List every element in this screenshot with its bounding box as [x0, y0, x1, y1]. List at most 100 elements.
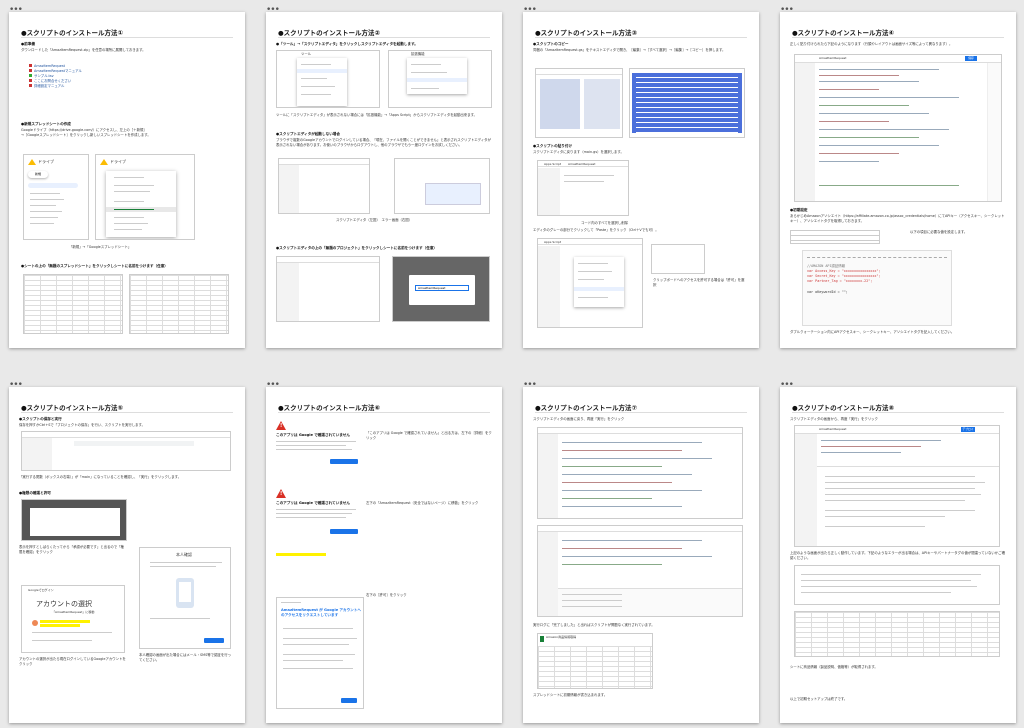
doc-icon — [29, 74, 32, 77]
file-list: AmazItemRequest AmazItemRequestマニュアル サンプ… — [29, 64, 82, 89]
project-editor-screenshot — [276, 256, 380, 322]
instruction-text: 右下の［許可］をクリック — [366, 593, 407, 597]
divider — [278, 412, 490, 413]
account-subtitle: 「AmazItemRequest」に移動 — [52, 610, 95, 614]
section-heading: ●スクリプトの保存と実行 — [19, 417, 62, 421]
body-text: アカウントの選択が出たら現在ログインしているGoogleアカウントをクリック — [19, 657, 126, 666]
drive-label: ドライブ — [38, 159, 54, 164]
spreadsheet-screenshot-1 — [23, 274, 123, 334]
project-name-field: AmazItemRequest — [415, 285, 469, 291]
slide-title: ●スクリプトのインストール方法⑦ — [535, 404, 638, 412]
slide-title: ●スクリプトのインストール方法③ — [535, 29, 638, 37]
body-text: あらかじめAmazonアソシエイト（https://affiliate.amaz… — [790, 214, 1005, 223]
save-button: 保存 — [965, 56, 977, 61]
code-line: var Partner_Tag = "xxxxxxxx-22"; — [807, 279, 873, 283]
body-text: 保存を押すかCtrl+Sで「プロジェクトの保存」を行い、スクリプトを実行します。 — [19, 423, 145, 427]
divider — [278, 37, 490, 38]
slide-title: ●スクリプトのインストール方法⑤ — [21, 404, 124, 412]
text-editor-screenshot — [535, 68, 623, 138]
body-text: 以上で初期セットアップは終了です。 — [790, 697, 848, 701]
slide-8[interactable]: ●スクリプトのインストール方法⑧ スクリプトエディタの画面から、再度「実行」をク… — [780, 387, 1016, 723]
sheets-icon — [540, 636, 544, 642]
section-heading: ●スクリプトエディタが起動しない場合 — [276, 132, 340, 136]
slide-5[interactable]: ●スクリプトのインストール方法⑤ ●スクリプトの保存と実行 保存を押すかCtrl… — [9, 387, 245, 723]
divider — [792, 37, 1004, 38]
slide-3[interactable]: ●スクリプトのインストール方法③ ●スクリプトのコピー 同梱の「AmazItem… — [523, 12, 759, 348]
slide-2[interactable]: ●スクリプトのインストール方法② ●「ツール」→「スクリプトエディタ」をクリック… — [266, 12, 502, 348]
body-text: 正しく貼り付けられたら下記のようになります（行頭やレイアウトは画面サイズ等によっ… — [790, 42, 953, 46]
project-title: AmazItemRequest — [819, 427, 847, 431]
warning-title: このアプリは Google で確認されていません — [276, 433, 350, 437]
error-log-screenshot — [794, 565, 1000, 605]
sheet-title: Amazon商品情報取得 — [546, 635, 577, 639]
doc-icon — [29, 79, 32, 82]
section-heading: ●「ツール」→「スクリプトエディタ」をクリックしスクリプトエディタを起動します。 — [276, 42, 418, 46]
doc-icon — [29, 84, 32, 87]
body-text: ブラウザで複数のGoogleアカウントでログインしている場合、「現在、ファイルを… — [276, 138, 491, 147]
phone-illustration — [176, 578, 194, 608]
result-sheet-screenshot — [794, 611, 1000, 657]
slide-title: ●スクリプトのインストール方法② — [278, 29, 381, 37]
account-header: Googleでログイン — [28, 588, 54, 592]
body-text: スクリプトエディタの画面から、再度「実行」をクリック — [790, 417, 878, 421]
slide-1[interactable]: ●スクリプトのインストール方法① ●前準備 ダウンロードした「AmazItemR… — [9, 12, 245, 348]
account-title: アカウントの選択 — [36, 600, 92, 608]
section-heading: ●シートの上の「無題のスプレッドシート」をクリックしシートに名前をつけます（任意… — [21, 264, 168, 268]
drive-screenshot-right: ドライブ — [95, 154, 195, 240]
body-text: 「実行する関数（ボックスの右端）」が「main」になっていることを確認し、「実行… — [19, 475, 182, 479]
divider — [21, 37, 233, 38]
section-heading: ●権限の確認と許可 — [19, 491, 51, 495]
divider — [535, 37, 747, 38]
body-text: ダウンロードした「AmazItemRequest.zip」を任意の場所に展開して… — [21, 48, 146, 52]
verify-title: 本人確認 — [176, 552, 192, 557]
instruction-text: 「このアプリは Google で確認されていません」と出る方は、左下の［詳細］を… — [366, 431, 492, 440]
list-item: 詳細設定マニュアル — [29, 84, 82, 89]
slide-title: ●スクリプトのインストール方法⑥ — [278, 404, 381, 412]
menu-label: ツール — [301, 52, 312, 56]
warning-icon — [276, 421, 286, 430]
doc-icon — [29, 64, 32, 67]
drive-screenshot-left: ドライブ 新規 — [23, 154, 89, 240]
slide-6[interactable]: ●スクリプトのインストール方法⑥ このアプリは Google で確認されていませ… — [266, 387, 502, 723]
config-code-block: //AMAZON API認証情報 var Access_Key = "xxxxx… — [802, 250, 952, 326]
slide-title: ●スクリプトのインストール方法④ — [792, 29, 895, 37]
caption: 「新規」→「Googleスプレッドシート」 — [69, 245, 132, 249]
next-button — [204, 638, 224, 643]
drive-icon — [100, 159, 108, 165]
extensions-menu-screenshot: 拡張機能 — [388, 50, 492, 108]
slide-4[interactable]: ●スクリプトのインストール方法④ 正しく貼り付けられたら下記のようになります（行… — [780, 12, 1016, 348]
body-text: 表示を押すとしばらくたってから「承認が必要です」と出るので「権限を確認」をクリッ… — [19, 545, 124, 554]
body-text: ツールに「スクリプトエディタ」が表示されない場合には「拡張機能」→「Apps S… — [276, 113, 478, 117]
divider — [535, 412, 747, 413]
error-screenshot — [394, 158, 490, 214]
slide-7[interactable]: ●スクリプトのインストール方法⑦ スクリプトエディタの画面に戻り、再度「実行」を… — [523, 387, 759, 723]
caption: コード内のすべてを選択し削除 — [581, 221, 629, 225]
new-menu — [106, 171, 176, 237]
run-toolbar-screenshot — [21, 431, 231, 471]
editor-run-screenshot — [537, 427, 743, 519]
code-editor-screenshot: AmazItemRequest 保存 — [794, 54, 1002, 202]
app-title: Apps Script — [544, 161, 562, 166]
drive-icon — [28, 159, 36, 165]
body-text: 同梱の「AmazItemRequest.gs」をテキストエディタで開き、［編集］… — [533, 48, 726, 52]
body-text: 上記のような画面が出たら正しく動作しています。下記のようなエラーが出る場合は、A… — [790, 551, 1005, 560]
section-heading: ●スクリプトのコピー — [533, 42, 569, 46]
menu-label: 拡張機能 — [411, 52, 425, 56]
caption: スクリプトエディタ（左図） エラー画面（右図） — [336, 218, 413, 222]
new-button: 新規 — [28, 171, 48, 178]
apps-script-editor-1: Apps Script AmazItemRequest — [537, 160, 629, 216]
instruction-text: 左下の「AmazItemRequest（安全ではないページ）に移動」をクリック — [366, 501, 479, 505]
back-to-safety-button — [330, 459, 358, 464]
section-heading: ●前準備 — [21, 42, 35, 46]
avatar — [32, 620, 38, 626]
sheet-result-screenshot: Amazon商品情報取得 — [537, 633, 653, 689]
slide-title: ●スクリプトのインストール方法① — [21, 29, 124, 37]
divider — [792, 412, 1004, 413]
tools-menu-screenshot: ツール — [276, 50, 380, 108]
consent-title: AmazItemRequest が Google アカウントへのアクセスをリクエ… — [281, 608, 361, 617]
code-line: var oKeywordId = ""; — [807, 290, 848, 294]
allow-button — [341, 698, 357, 703]
log-output-screenshot: AmazItemRequest デプロイ — [794, 425, 1000, 547]
section-heading: ●スクリプトの貼り付け — [533, 144, 573, 148]
caption: クリップボードへのアクセスを許可する場合は「許可」を選択 — [653, 278, 745, 287]
